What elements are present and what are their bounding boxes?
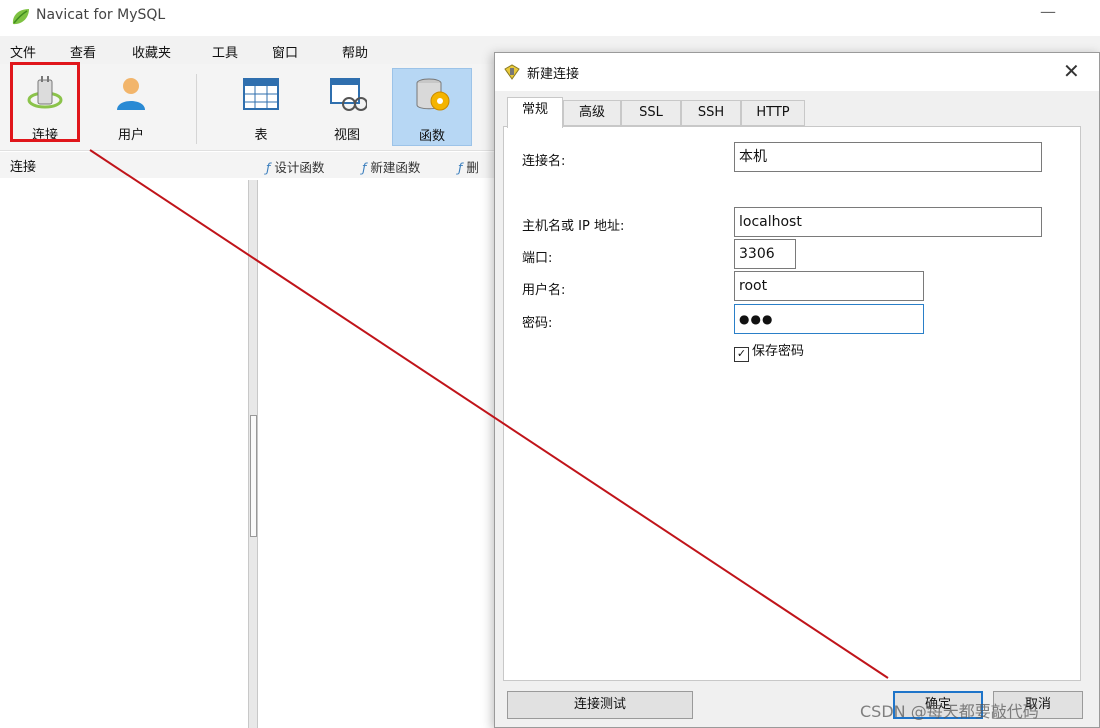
dialog-tabs: 常规 高级 SSL SSH HTTP (503, 97, 1093, 128)
password-field[interactable]: ●●● (734, 304, 924, 334)
function-label: 函数 (418, 129, 445, 144)
navicat-logo-icon (12, 9, 29, 25)
delete-function-button[interactable]: ƒ删 (458, 157, 479, 176)
user-label: 用户 (117, 128, 144, 143)
close-icon[interactable]: ✕ (1063, 59, 1080, 83)
design-function-button[interactable]: ƒ 设计函数 (266, 157, 324, 176)
table-icon (243, 78, 279, 110)
host-label: 主机名或 IP 地址: (522, 219, 625, 234)
menu-favorites[interactable]: 收藏夹 (132, 42, 171, 61)
menu-tools[interactable]: 工具 (212, 42, 238, 61)
minimize-button[interactable]: — (1040, 2, 1056, 21)
connection-name-field[interactable]: 本机 (734, 142, 1042, 172)
view-button[interactable]: 视图 (308, 68, 386, 144)
toolbar-separator (196, 74, 197, 144)
object-list-pane[interactable] (258, 180, 498, 728)
watermark-text: CSDN @每天都要敲代码 (860, 702, 1039, 721)
dialog-connection-icon (504, 64, 520, 80)
user-button[interactable]: 用户 (92, 68, 170, 144)
port-field[interactable]: 3306 (734, 239, 796, 269)
checkbox-checked-icon: ✓ (734, 347, 749, 362)
function-button[interactable]: 函数 (392, 68, 472, 146)
tab-general[interactable]: 常规 (507, 97, 563, 128)
host-field[interactable]: localhost (734, 207, 1042, 237)
connections-header: 连接 (10, 160, 37, 175)
dialog-title: 新建连接 (527, 67, 580, 82)
function-delete-icon: ƒ (458, 160, 463, 175)
password-label: 密码: (522, 316, 553, 331)
tab-http[interactable]: HTTP (741, 100, 805, 126)
app-title: Navicat for MySQL (36, 7, 166, 23)
username-label: 用户名: (522, 283, 566, 298)
connection-name-label: 连接名: (522, 154, 566, 169)
menu-help[interactable]: 帮助 (342, 42, 368, 61)
general-tab-panel: 连接名: 本机 主机名或 IP 地址: localhost 端口: 3306 用… (503, 126, 1081, 681)
function-icon (416, 78, 450, 111)
tab-ssl[interactable]: SSL (621, 100, 681, 126)
menu-file[interactable]: 文件 (10, 42, 36, 61)
new-function-button[interactable]: ƒ 新建函数 (362, 157, 420, 176)
tab-advanced[interactable]: 高级 (563, 100, 621, 126)
function-new-icon: ƒ (362, 160, 367, 175)
function-design-icon: ƒ (266, 160, 271, 175)
splitter-grip[interactable] (250, 415, 257, 537)
menu-view[interactable]: 查看 (70, 42, 96, 61)
table-label: 表 (254, 128, 268, 143)
save-password-checkbox[interactable]: ✓ 保存密码 (734, 340, 804, 362)
new-connection-dialog: 新建连接 ✕ 常规 高级 SSL SSH HTTP 连接名: 本机 主机名或 I… (494, 52, 1100, 728)
test-connection-button[interactable]: 连接测试 (507, 691, 693, 719)
tab-ssh[interactable]: SSH (681, 100, 741, 126)
port-label: 端口: (522, 251, 553, 266)
user-icon (117, 78, 145, 110)
table-button[interactable]: 表 (222, 68, 300, 144)
title-bar: Navicat for MySQL — (0, 0, 1100, 34)
view-icon (330, 78, 367, 111)
connection-tree-pane[interactable] (0, 180, 249, 728)
save-password-label: 保存密码 (752, 344, 805, 359)
view-label: 视图 (333, 128, 360, 143)
username-field[interactable]: root (734, 271, 924, 301)
connect-highlight-box (10, 62, 80, 142)
dialog-title-bar: 新建连接 ✕ (495, 53, 1099, 91)
menu-window[interactable]: 窗口 (272, 42, 298, 61)
